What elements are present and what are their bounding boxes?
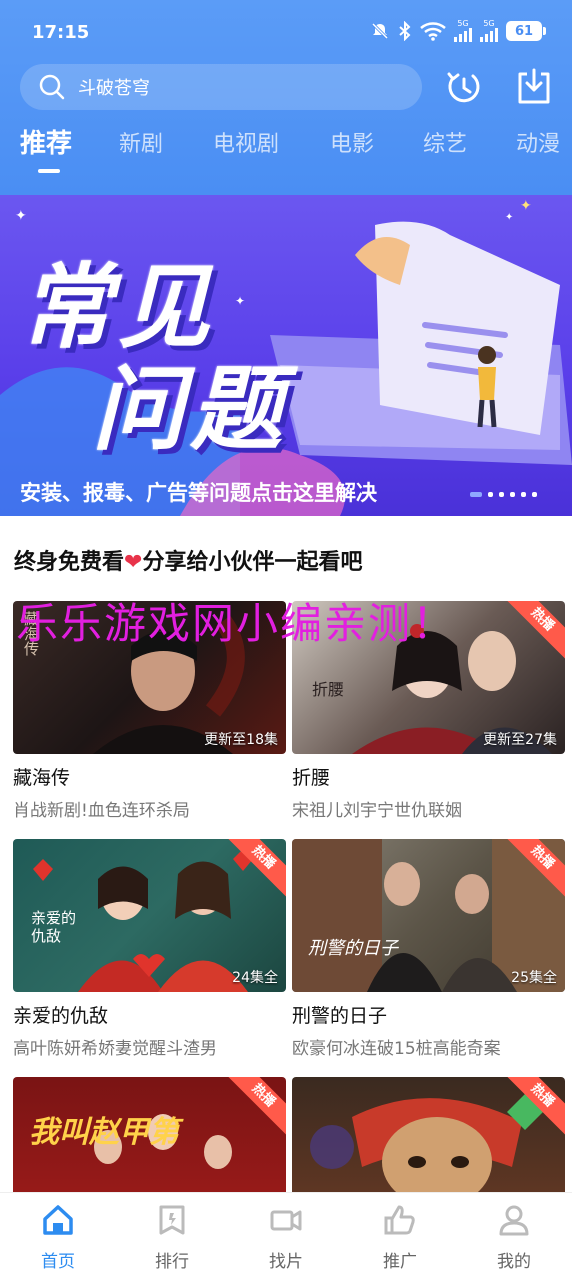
svg-text:✦: ✦ bbox=[15, 208, 27, 224]
faq-banner[interactable]: ✦ ✦ ✦ ✦ 常见 问题 安装、报毒、广告等问题点击这里解决 bbox=[0, 195, 572, 516]
search-icon bbox=[39, 74, 65, 100]
history-icon[interactable] bbox=[443, 66, 485, 108]
tab-recommend[interactable]: 推荐 bbox=[20, 123, 72, 160]
wifi-icon bbox=[420, 22, 446, 41]
card-title: 亲爱的仇敌 bbox=[13, 1005, 109, 1027]
search-placeholder: 斗破苍穹 bbox=[78, 78, 150, 99]
nav-promote[interactable]: 推广 bbox=[360, 1203, 440, 1272]
banner-caption: 安装、报毒、广告等问题点击这里解决 bbox=[20, 481, 377, 505]
nav-ranking[interactable]: 排行 bbox=[132, 1203, 212, 1272]
video-card[interactable]: 刑警的日子 热播 25集全 刑警的日子 欧豪何冰连破15桩高能奇案 bbox=[292, 839, 565, 1059]
battery-icon: 61 bbox=[506, 21, 546, 41]
nav-home[interactable]: 首页 bbox=[18, 1203, 98, 1272]
tab-anime[interactable]: 动漫 bbox=[516, 126, 560, 158]
signal-icon: 5G bbox=[480, 20, 498, 42]
active-tab-indicator bbox=[38, 169, 60, 173]
section-title: 终身免费看❤分享给小伙伴一起看吧 bbox=[14, 550, 363, 575]
video-thumbnail: 亲爱的仇敌 热播 24集全 bbox=[13, 839, 286, 992]
poster-title: 折腰 bbox=[312, 680, 345, 699]
video-thumbnail: 刑警的日子 热播 25集全 bbox=[292, 839, 565, 992]
episode-label: 24集全 bbox=[232, 970, 278, 986]
video-camera-icon bbox=[270, 1210, 302, 1231]
search-input[interactable]: 斗破苍穹 bbox=[20, 64, 422, 110]
tab-movies[interactable]: 电影 bbox=[330, 126, 374, 158]
status-icons: 5G 5G 61 bbox=[370, 20, 546, 42]
bluetooth-icon bbox=[399, 21, 411, 41]
card-subtitle: 肖战新剧!血色连环杀局 bbox=[13, 801, 190, 821]
episode-label: 更新至27集 bbox=[483, 732, 557, 748]
home-icon bbox=[43, 1205, 73, 1235]
heart-icon: ❤ bbox=[124, 550, 143, 575]
card-title: 折腰 bbox=[292, 767, 331, 789]
card-title: 刑警的日子 bbox=[292, 1005, 388, 1027]
nav-profile[interactable]: 我的 bbox=[474, 1203, 554, 1272]
banner-title-line2: 问题 bbox=[92, 356, 289, 463]
tab-new-drama[interactable]: 新剧 bbox=[119, 126, 163, 158]
video-card[interactable]: 亲爱的仇敌 热播 24集全 亲爱的仇敌 高叶陈妍希娇妻觉醒斗渣男 bbox=[13, 839, 286, 1059]
nav-find[interactable]: 找片 bbox=[246, 1203, 326, 1272]
svg-text:✦: ✦ bbox=[505, 212, 513, 223]
carousel-indicator bbox=[470, 492, 537, 497]
card-subtitle: 高叶陈妍希娇妻觉醒斗渣男 bbox=[13, 1039, 217, 1059]
thumbs-up-icon bbox=[384, 1205, 415, 1235]
tab-tv-series[interactable]: 电视剧 bbox=[213, 126, 279, 158]
card-subtitle: 欧豪何冰连破15桩高能奇案 bbox=[292, 1039, 501, 1059]
download-icon[interactable] bbox=[513, 66, 555, 108]
svg-text:✦: ✦ bbox=[235, 294, 245, 308]
svg-text:✦: ✦ bbox=[520, 198, 532, 214]
poster-title: 刑警的日子 bbox=[308, 938, 398, 959]
poster-title: 亲爱的仇敌 bbox=[31, 909, 77, 945]
bottom-navigation: 首页 排行 找片 推广 我的 bbox=[0, 1192, 572, 1279]
episode-label: 25集全 bbox=[511, 970, 557, 986]
signal-icon: 5G bbox=[454, 20, 472, 42]
watermark-text: 乐乐游戏网小编亲测！ bbox=[16, 599, 457, 648]
episode-label: 更新至18集 bbox=[204, 732, 278, 748]
poster-title: 我叫赵甲第 bbox=[29, 1115, 179, 1150]
status-time: 17:15 bbox=[32, 22, 90, 43]
status-bar: 17:15 5G 5G 61 bbox=[0, 0, 572, 62]
tab-variety[interactable]: 综艺 bbox=[423, 126, 467, 158]
card-subtitle: 宋祖儿刘宇宁世仇联姻 bbox=[292, 801, 462, 821]
card-title: 藏海传 bbox=[13, 767, 71, 789]
mute-bell-icon bbox=[371, 22, 389, 40]
category-tabs: 推荐 新剧 电视剧 电影 综艺 动漫 bbox=[0, 126, 572, 174]
ranking-icon bbox=[159, 1205, 185, 1235]
header: 17:15 5G 5G 61 斗破苍穹 推荐 新剧 电视剧 电影 综艺 动漫 bbox=[0, 0, 572, 195]
profile-icon bbox=[499, 1205, 529, 1236]
